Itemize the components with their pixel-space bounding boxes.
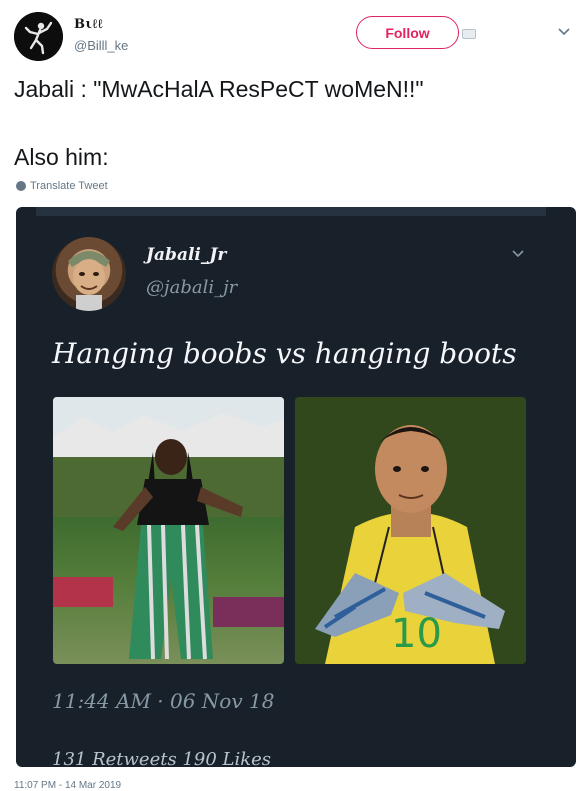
translate-label: Translate Tweet	[30, 180, 108, 192]
embedded-tweet-image[interactable]: Jabali_Jr @jabali_jr Hanging boobs vs ha…	[16, 207, 576, 767]
embedded-stats: 131 Retweets 190 Likes	[52, 749, 272, 767]
tweet-text-line-2: Also him:	[14, 144, 109, 170]
tweet-text-line-1: Jabali : "MwAcHalA ResPeCT woMeN!!"	[14, 76, 424, 102]
svg-text:10: 10	[391, 611, 442, 657]
dancing-figure-avatar	[14, 12, 63, 61]
embedded-tweet-text: Hanging boobs vs hanging boots	[52, 337, 517, 370]
display-name[interactable]: Bιℓℓ	[74, 16, 103, 32]
embed-divider	[36, 207, 546, 216]
embedded-timestamp: 11:44 AM · 06 Nov 18	[52, 689, 275, 713]
footballer-photo: 10	[295, 397, 526, 664]
embedded-display-name: Jabali_Jr	[146, 245, 227, 265]
globe-icon	[16, 181, 26, 191]
user-handle[interactable]: @Billl_ke	[74, 38, 128, 53]
tweet-timestamp[interactable]: 11:07 PM - 14 Mar 2019	[14, 780, 121, 791]
embedded-handle: @jabali_jr	[146, 277, 238, 298]
woman-photo	[53, 397, 284, 664]
avatar[interactable]	[14, 12, 63, 61]
follow-option-icon[interactable]	[462, 29, 476, 39]
chevron-down-icon[interactable]	[556, 24, 572, 40]
translate-tweet-link[interactable]: Translate Tweet	[16, 180, 108, 192]
chevron-down-icon	[512, 250, 524, 258]
cartoon-avatar	[52, 237, 126, 311]
follow-button[interactable]: Follow	[356, 16, 459, 49]
